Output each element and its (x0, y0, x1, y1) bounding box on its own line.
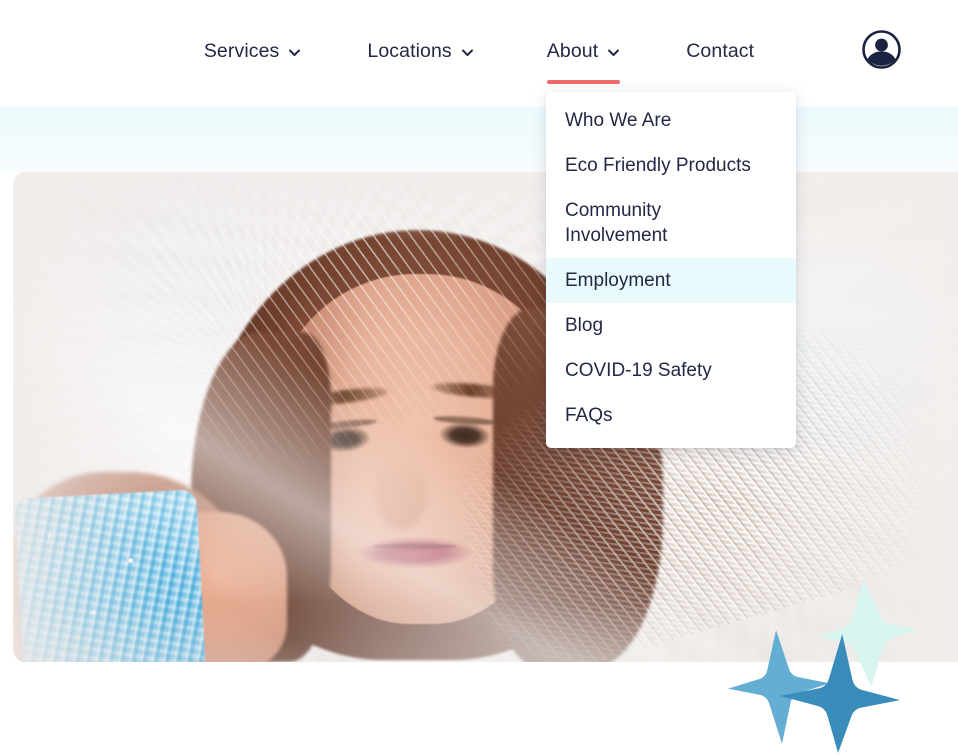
nav-item-contact[interactable]: Contact (686, 34, 754, 68)
dropdown-item-eco-friendly-products[interactable]: Eco Friendly Products (546, 143, 796, 188)
nav-item-label: Contact (686, 40, 755, 62)
dropdown-item-community-involvement[interactable]: Community Involvement (546, 188, 746, 258)
page-root: Services Locations About Contact Who We … (0, 0, 958, 755)
nav-item-services[interactable]: Services (204, 34, 302, 68)
nav-item-locations[interactable]: Locations (367, 34, 473, 68)
about-dropdown-menu: Who We Are Eco Friendly Products Communi… (546, 92, 796, 448)
chevron-down-icon (607, 46, 620, 59)
site-header: Services Locations About Contact (0, 0, 958, 107)
person-mouth-line (373, 544, 457, 549)
person-nose (375, 460, 427, 530)
primary-navigation: Services Locations About Contact (0, 0, 958, 107)
person-mouth (359, 538, 471, 568)
account-circle-icon[interactable] (862, 30, 901, 69)
dropdown-item-who-we-are[interactable]: Who We Are (546, 98, 796, 143)
hero-blue-sponge (14, 489, 206, 662)
nav-item-label: About (546, 40, 599, 62)
chevron-down-icon (461, 46, 474, 59)
dropdown-item-covid-19-safety[interactable]: COVID-19 Safety (546, 348, 796, 393)
header-accent-band (0, 107, 958, 172)
nav-item-label: Services (203, 40, 280, 62)
nav-item-about[interactable]: About (546, 34, 621, 84)
hero-image (13, 172, 958, 662)
chevron-down-icon (288, 46, 301, 59)
nav-active-underline (546, 80, 621, 84)
dropdown-item-blog[interactable]: Blog (546, 303, 796, 348)
dropdown-item-employment[interactable]: Employment (546, 258, 796, 303)
nav-item-label: Locations (367, 40, 452, 62)
dropdown-item-faqs[interactable]: FAQs (546, 393, 796, 438)
